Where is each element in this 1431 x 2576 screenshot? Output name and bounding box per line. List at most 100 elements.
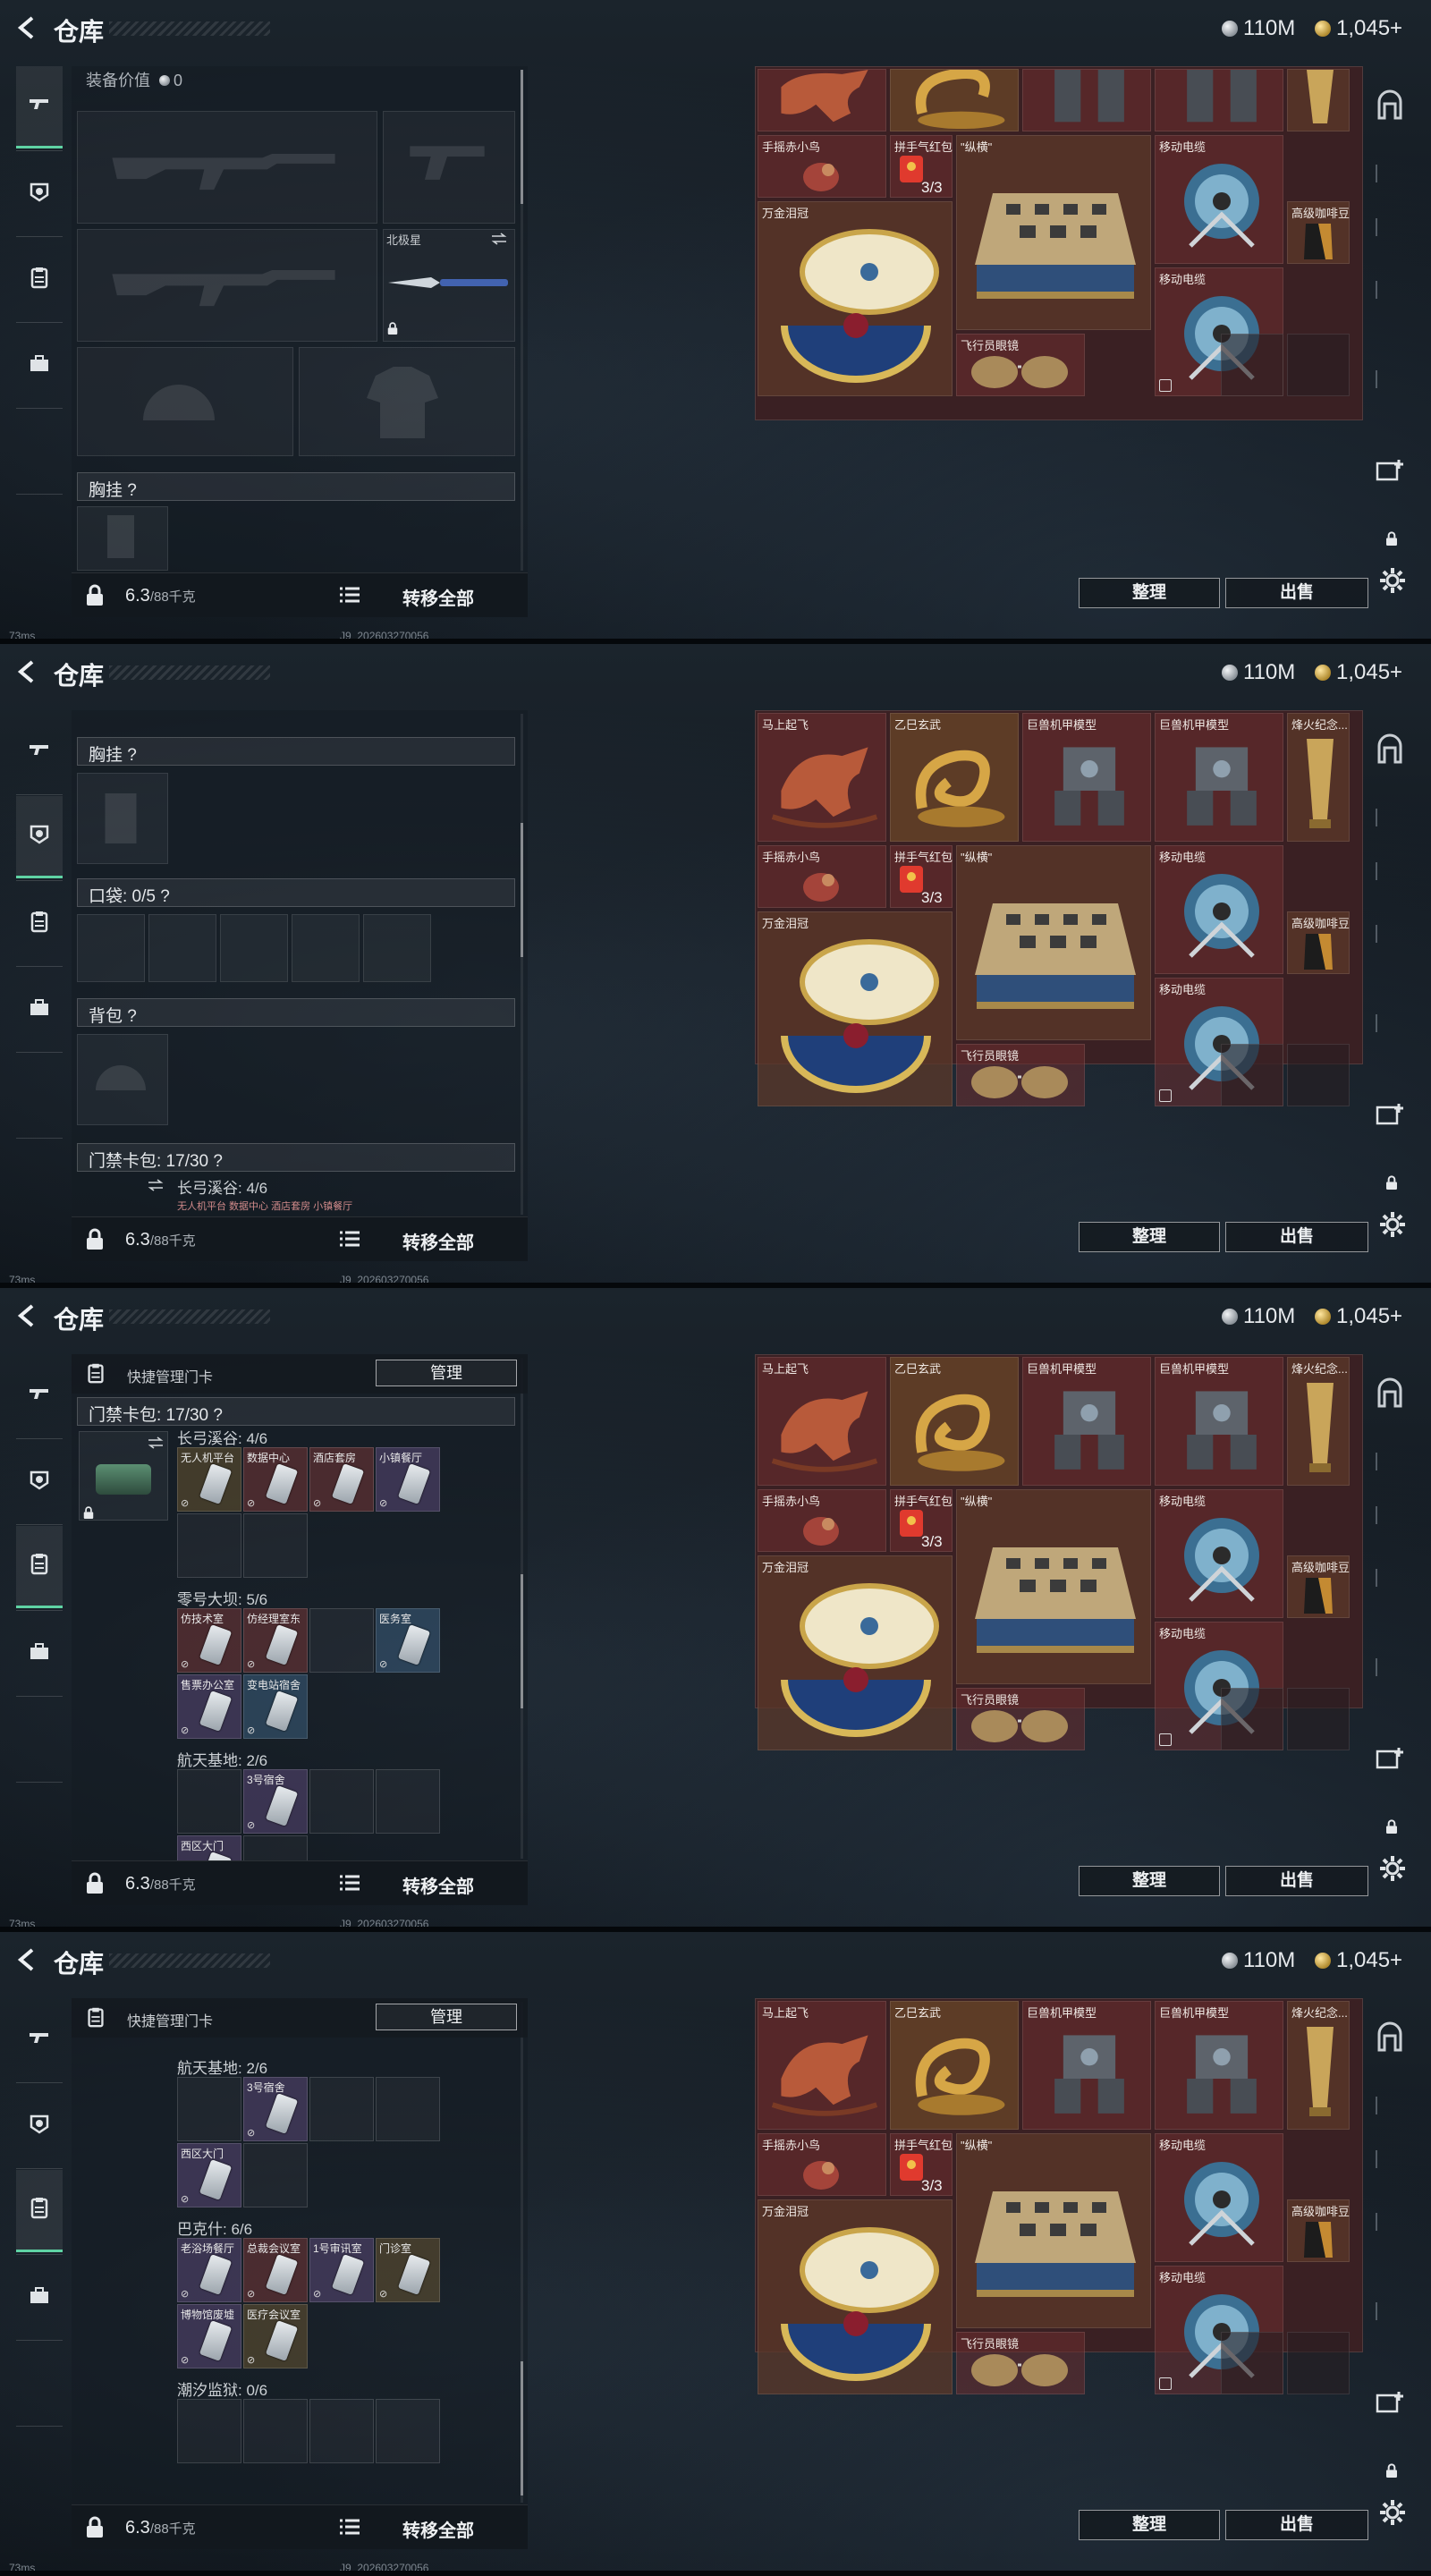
item-torch[interactable]: 烽火纪念... bbox=[1287, 713, 1350, 842]
tab-toolbox[interactable] bbox=[16, 1612, 63, 1694]
lock-icon[interactable] bbox=[84, 1228, 106, 1251]
storage-tab-2[interactable] bbox=[1376, 1506, 1402, 1524]
item-bird[interactable]: 手摇赤小鸟 bbox=[758, 845, 886, 908]
back-arrow-icon[interactable] bbox=[14, 1946, 41, 1973]
swap-icon[interactable] bbox=[147, 1436, 165, 1449]
item-dragon[interactable]: 乙巳玄武 bbox=[890, 713, 1019, 842]
gold-currency[interactable]: 1,045+ bbox=[1315, 660, 1402, 685]
silver-currency[interactable]: 110M bbox=[1222, 1304, 1295, 1329]
sell-button[interactable]: 出售 bbox=[1225, 1866, 1368, 1896]
item-mech-model-1[interactable] bbox=[1022, 69, 1151, 131]
storage-arch-icon[interactable] bbox=[1372, 732, 1408, 767]
keycard[interactable]: 酒店套房 ⊘ bbox=[309, 1447, 374, 1512]
keycard[interactable]: 西区大门 ⊘ bbox=[177, 2143, 241, 2207]
transfer-all-button[interactable]: 转移全部 bbox=[402, 2516, 474, 2542]
storage-tab-4[interactable] bbox=[1376, 2302, 1402, 2320]
keycard[interactable]: 3号宿舍 ⊘ bbox=[243, 2077, 308, 2141]
storage-tab-3[interactable] bbox=[1376, 2213, 1402, 2231]
keycard[interactable]: 老浴场餐厅 ⊘ bbox=[177, 2238, 241, 2302]
transfer-all-button[interactable]: 转移全部 bbox=[402, 1228, 474, 1254]
keycard-empty-slot[interactable] bbox=[177, 1769, 241, 1834]
sort-button[interactable]: 整理 bbox=[1079, 2510, 1220, 2540]
list-icon[interactable] bbox=[340, 1874, 360, 1892]
tab-clipboard[interactable] bbox=[16, 2170, 63, 2252]
storage-arch-icon[interactable] bbox=[1372, 88, 1408, 123]
item-egg[interactable]: 万金泪冠 bbox=[758, 1555, 953, 1750]
storage-tab-1[interactable] bbox=[1376, 2097, 1402, 2114]
back-arrow-icon[interactable] bbox=[14, 1302, 41, 1329]
settings-icon[interactable] bbox=[1377, 565, 1408, 596]
keycard[interactable]: 无人机平台 ⊘ bbox=[177, 1447, 241, 1512]
lock-icon[interactable] bbox=[84, 1872, 106, 1895]
storage-add-icon[interactable] bbox=[1372, 1741, 1408, 1776]
storage-arch-icon[interactable] bbox=[1372, 1376, 1408, 1411]
settings-icon[interactable] bbox=[1377, 1209, 1408, 1240]
gold-currency[interactable]: 1,045+ bbox=[1315, 16, 1402, 41]
sell-button[interactable]: 出售 bbox=[1225, 2510, 1368, 2540]
grid-empty-slot[interactable] bbox=[1287, 334, 1350, 396]
item-torch[interactable] bbox=[1287, 69, 1350, 131]
keycard-empty-slot[interactable] bbox=[309, 2077, 374, 2141]
tab-gun[interactable] bbox=[16, 66, 63, 148]
grid-empty-slot[interactable] bbox=[1221, 334, 1283, 396]
gold-currency[interactable]: 1,045+ bbox=[1315, 1948, 1402, 1973]
equipment-scrollbar[interactable] bbox=[521, 714, 523, 1215]
keycard[interactable]: 总裁会议室 ⊘ bbox=[243, 2238, 308, 2302]
list-icon[interactable] bbox=[340, 2518, 360, 2536]
item-egg[interactable]: 万金泪冠 bbox=[758, 911, 953, 1106]
pocket-slot[interactable] bbox=[363, 914, 431, 982]
gold-currency[interactable]: 1,045+ bbox=[1315, 1304, 1402, 1329]
manage-button[interactable]: 管理 bbox=[376, 1360, 517, 1386]
grid-empty-slot[interactable] bbox=[1221, 2332, 1283, 2394]
grid-empty-slot[interactable] bbox=[1287, 1044, 1350, 1106]
item-chess[interactable]: "纵横" bbox=[956, 2133, 1151, 2328]
item-glasses[interactable]: 飞行员眼镜 bbox=[956, 1044, 1085, 1106]
item-chess[interactable]: "纵横" bbox=[956, 845, 1151, 1040]
swap-icon[interactable] bbox=[490, 233, 508, 245]
storage-tab-1[interactable] bbox=[1376, 165, 1402, 182]
storage-tab-2[interactable] bbox=[1376, 218, 1402, 236]
item-bird[interactable]: 手摇赤小鸟 bbox=[758, 135, 886, 198]
scrollbar-thumb[interactable] bbox=[521, 823, 523, 957]
item-dragon[interactable] bbox=[890, 68, 1019, 131]
keycard[interactable]: 售票办公室 ⊘ bbox=[177, 1674, 241, 1739]
keycard-empty-slot[interactable] bbox=[376, 2077, 440, 2141]
tab-gun[interactable] bbox=[16, 1998, 63, 2080]
keycard-empty-slot[interactable] bbox=[243, 1513, 308, 1578]
silver-currency[interactable]: 110M bbox=[1222, 16, 1295, 41]
small-lock-icon[interactable] bbox=[1384, 1819, 1399, 1835]
storage-tab-2[interactable] bbox=[1376, 2150, 1402, 2168]
tab-clipboard[interactable] bbox=[16, 238, 63, 320]
list-icon[interactable] bbox=[340, 586, 360, 604]
keycard-empty-slot[interactable] bbox=[177, 2399, 241, 2463]
item-red-packet[interactable]: 拼手气红包 3/3 bbox=[890, 2133, 953, 2196]
storage-add-icon[interactable] bbox=[1372, 2385, 1408, 2420]
sort-button[interactable]: 整理 bbox=[1079, 578, 1220, 608]
item-coffee[interactable]: 高级咖啡豆 bbox=[1287, 201, 1350, 264]
item-mech-model-1[interactable]: 巨兽机甲模型 bbox=[1022, 1357, 1151, 1486]
keycard-empty-slot[interactable] bbox=[376, 1769, 440, 1834]
item-egg[interactable]: 万金泪冠 bbox=[758, 201, 953, 396]
storage-arch-icon[interactable] bbox=[1372, 2020, 1408, 2055]
keycard-empty-slot[interactable] bbox=[243, 2143, 308, 2207]
swap-icon[interactable] bbox=[147, 1179, 165, 1191]
item-coffee[interactable]: 高级咖啡豆 bbox=[1287, 1555, 1350, 1618]
item-bird[interactable]: 手摇赤小鸟 bbox=[758, 1489, 886, 1552]
item-coffee[interactable]: 高级咖啡豆 bbox=[1287, 2199, 1350, 2262]
tab-helmet[interactable] bbox=[16, 796, 63, 878]
scrollbar-thumb[interactable] bbox=[521, 70, 523, 204]
item-mech-model-2[interactable]: 巨兽机甲模型 bbox=[1155, 1357, 1283, 1486]
item-glasses[interactable]: 飞行员眼镜 bbox=[956, 2332, 1085, 2394]
storage-tab-3[interactable] bbox=[1376, 281, 1402, 299]
item-horse[interactable] bbox=[758, 69, 886, 131]
sort-button[interactable]: 整理 bbox=[1079, 1222, 1220, 1252]
storage-tab-4[interactable] bbox=[1376, 1658, 1402, 1676]
tab-clipboard[interactable] bbox=[16, 882, 63, 964]
scrollbar-thumb[interactable] bbox=[521, 1574, 523, 1708]
item-horse[interactable]: 马上起飞 bbox=[758, 1357, 886, 1486]
item-torch[interactable]: 烽火纪念... bbox=[1287, 2001, 1350, 2130]
keycard[interactable]: 门诊室 ⊘ bbox=[376, 2238, 440, 2302]
back-arrow-icon[interactable] bbox=[14, 14, 41, 41]
tab-gun[interactable] bbox=[16, 1354, 63, 1436]
lock-icon[interactable] bbox=[84, 584, 106, 607]
